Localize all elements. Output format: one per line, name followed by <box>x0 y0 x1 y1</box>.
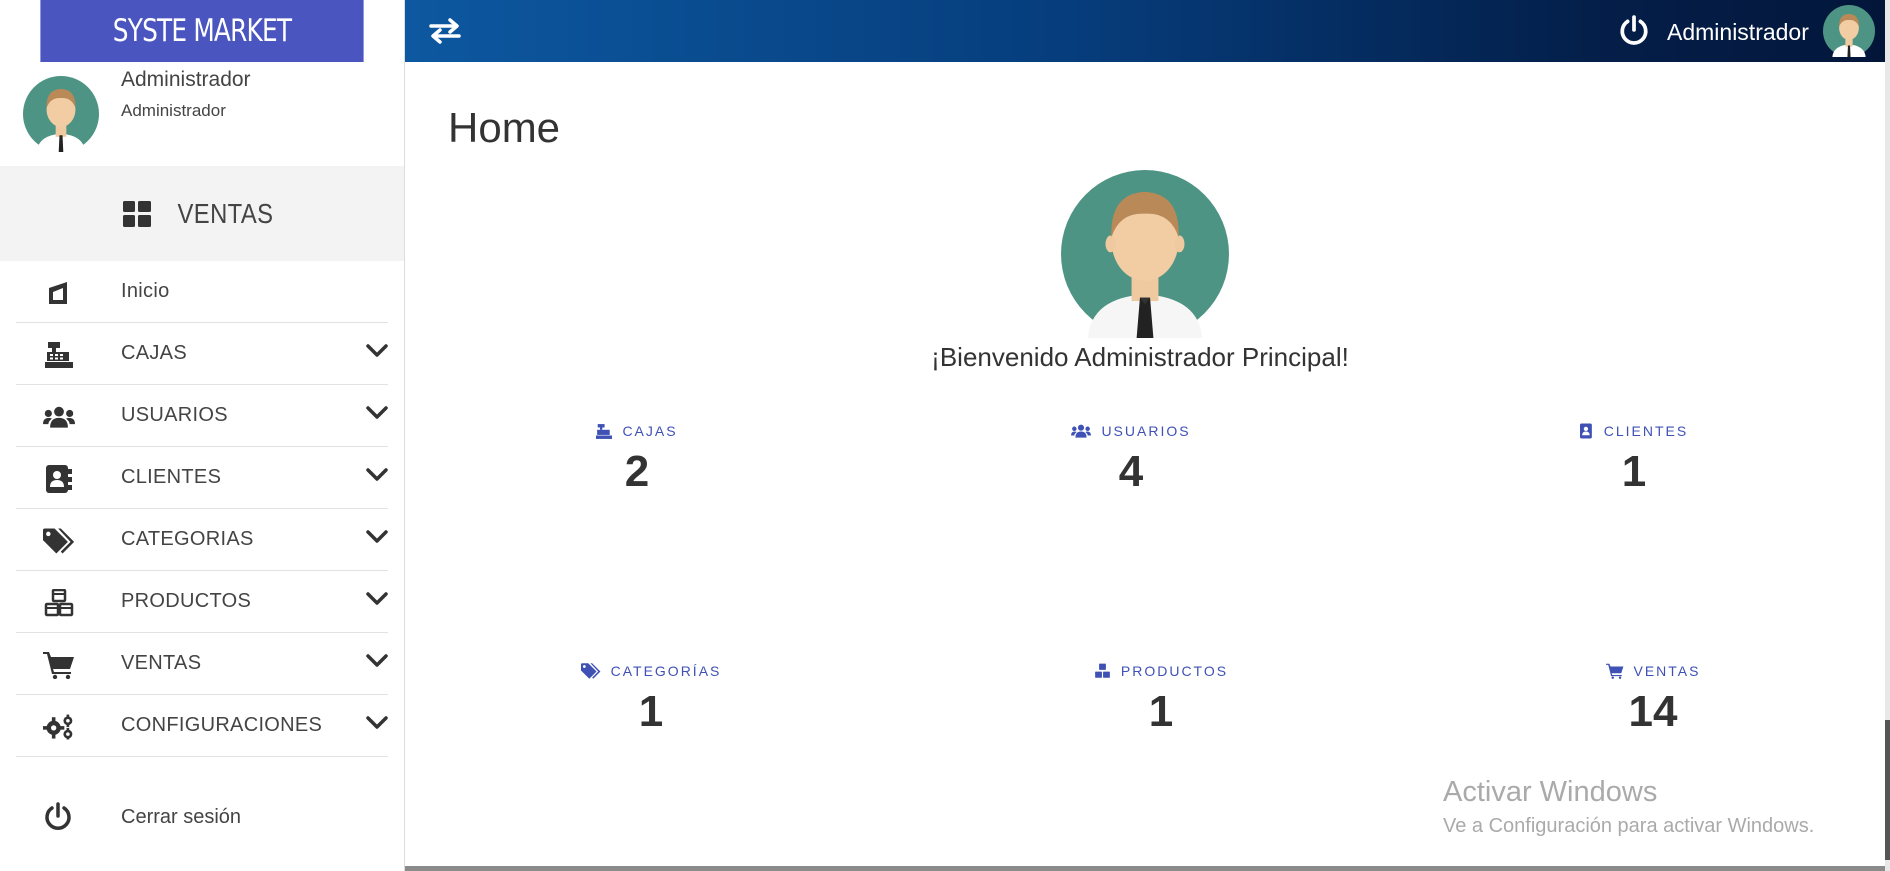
stat-label: CLIENTES <box>1603 423 1689 439</box>
sidebar-item-label: PRODUCTOS <box>121 590 252 612</box>
sidebar-item-label: USUARIOS <box>121 404 228 426</box>
stat-label: USUARIOS <box>1101 423 1191 439</box>
logout-label: Cerrar sesión <box>121 805 242 828</box>
chevron-down-icon[interactable] <box>366 468 388 482</box>
watermark-subtitle: Ve a Configuración para activar Windows. <box>1443 815 1815 837</box>
sidebar-item-cajas[interactable]: CAJAS <box>16 323 388 385</box>
sidebar-item-usuarios[interactable]: USUARIOS <box>16 385 388 447</box>
top-bar: Administrador <box>405 0 1885 62</box>
home-icon <box>49 282 67 304</box>
stat-categorias: CATEGORÍAS 1 <box>521 663 781 737</box>
stat-clientes: CLIENTES 1 <box>1504 423 1764 497</box>
stat-value: 14 <box>1628 687 1678 736</box>
windows-activation-watermark: Activar Windows Ve a Configuración para … <box>1443 776 1814 838</box>
cash-register-icon <box>45 342 73 368</box>
stat-ventas: VENTAS 14 <box>1523 663 1783 737</box>
chevron-down-icon[interactable] <box>366 406 388 420</box>
brand-title[interactable]: SYSTE MARKET <box>40 0 364 62</box>
stat-value: 1 <box>1621 447 1647 496</box>
stat-usuarios: USUARIOS 4 <box>1001 423 1261 497</box>
address-book-icon <box>1579 423 1592 439</box>
exchange-icon <box>429 18 461 44</box>
sidebar: SYSTE MARKET Administrador Administrador… <box>0 0 405 871</box>
power-icon <box>45 802 71 830</box>
watermark-title: Activar Windows <box>1443 776 1658 808</box>
sidebar-item-label: VENTAS <box>121 652 202 674</box>
gears-icon <box>43 714 73 740</box>
stat-label: VENTAS <box>1633 663 1701 679</box>
main-content: Home ¡Bienvenido Administrador Principal… <box>405 62 1885 871</box>
sidebar-item-inicio[interactable]: Inicio <box>16 261 388 323</box>
users-icon <box>1071 424 1092 438</box>
logout-button[interactable]: Cerrar sesión <box>16 786 389 848</box>
stat-value: 2 <box>624 447 650 496</box>
tags-icon <box>580 663 601 679</box>
sidebar-nav: Inicio CAJAS USUARIOS CLIENTES CATEGORIA… <box>0 261 404 757</box>
chevron-down-icon[interactable] <box>366 530 388 544</box>
profile-avatar <box>1061 170 1229 338</box>
stat-cajas: CAJAS 2 <box>507 423 767 497</box>
page-scrollbar[interactable] <box>1885 0 1890 871</box>
stat-value: 1 <box>1148 687 1174 736</box>
sidebar-user-card: Administrador Administrador <box>0 62 404 166</box>
sidebar-item-label: CATEGORIAS <box>121 528 254 550</box>
cubes-icon <box>1095 663 1110 678</box>
stat-label: CATEGORÍAS <box>610 663 722 679</box>
welcome-message: ¡Bienvenido Administrador Principal! <box>931 342 1349 372</box>
chevron-down-icon[interactable] <box>366 654 388 668</box>
grid-icon <box>122 200 151 227</box>
cart-icon <box>43 652 74 679</box>
address-book-icon <box>46 465 72 493</box>
topbar-avatar[interactable] <box>1823 5 1875 57</box>
sidebar-item-categorias[interactable]: CATEGORIAS <box>16 509 388 571</box>
sidebar-item-label: CAJAS <box>121 342 187 364</box>
tags-icon <box>43 528 75 554</box>
cubes-icon <box>44 589 74 617</box>
sidebar-user-name: Administrador <box>121 68 251 91</box>
stat-value: 1 <box>638 687 664 736</box>
sidebar-item-label: CLIENTES <box>121 466 222 488</box>
sidebar-item-ventas[interactable]: VENTAS <box>16 633 388 695</box>
user-avatar[interactable] <box>23 76 99 152</box>
users-icon <box>43 406 75 428</box>
sidebar-item-label: CONFIGURACIONES <box>121 714 323 736</box>
power-icon[interactable] <box>1618 15 1650 47</box>
stat-value: 4 <box>1118 447 1144 496</box>
chevron-down-icon[interactable] <box>366 716 388 730</box>
topbar-user-name[interactable]: Administrador <box>1667 19 1809 46</box>
sidebar-item-configuraciones[interactable]: CONFIGURACIONES <box>16 695 388 757</box>
cash-register-icon <box>596 423 613 439</box>
bottom-divider <box>405 866 1885 871</box>
sidebar-section-title: VENTAS <box>176 197 273 229</box>
chevron-down-icon[interactable] <box>366 592 388 606</box>
stat-label: PRODUCTOS <box>1120 663 1229 679</box>
stat-productos: PRODUCTOS 1 <box>1031 663 1291 737</box>
sidebar-item-productos[interactable]: PRODUCTOS <box>16 571 388 633</box>
sidebar-section-header: VENTAS <box>0 166 404 261</box>
scrollbar-thumb[interactable] <box>1885 720 1890 860</box>
sidebar-user-role: Administrador <box>121 101 226 120</box>
stat-label: CAJAS <box>622 423 678 439</box>
chevron-down-icon[interactable] <box>366 344 388 358</box>
sidebar-item-label: Inicio <box>121 280 170 302</box>
cart-icon <box>1605 663 1623 679</box>
sidebar-item-clientes[interactable]: CLIENTES <box>16 447 388 509</box>
toggle-sidebar-button[interactable] <box>427 13 463 49</box>
page-title: Home <box>448 104 561 151</box>
